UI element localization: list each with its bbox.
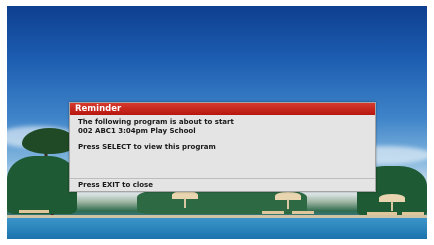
beach-lounger xyxy=(262,211,284,214)
reminder-dialog[interactable]: Reminder The following program is about … xyxy=(69,102,376,192)
beach-foliage xyxy=(7,156,77,214)
pool-water xyxy=(7,218,427,239)
exit-instruction: Press EXIT to close xyxy=(70,178,375,191)
tv-frame: Reminder The following program is about … xyxy=(0,0,434,245)
dialog-body: The following program is about to start … xyxy=(70,115,375,152)
program-info: 002 ABC1 3:04pm Play School xyxy=(78,127,196,135)
select-instruction: Press SELECT to view this program xyxy=(78,143,216,151)
beach-lounger xyxy=(292,211,314,214)
dialog-title: Reminder xyxy=(70,103,375,115)
beach-umbrella-pole xyxy=(287,199,289,209)
beach-umbrella-pole xyxy=(391,201,393,211)
beach-lounger xyxy=(19,210,49,213)
reminder-message: The following program is about to start xyxy=(78,118,234,126)
beach-umbrella-pole xyxy=(184,198,186,208)
